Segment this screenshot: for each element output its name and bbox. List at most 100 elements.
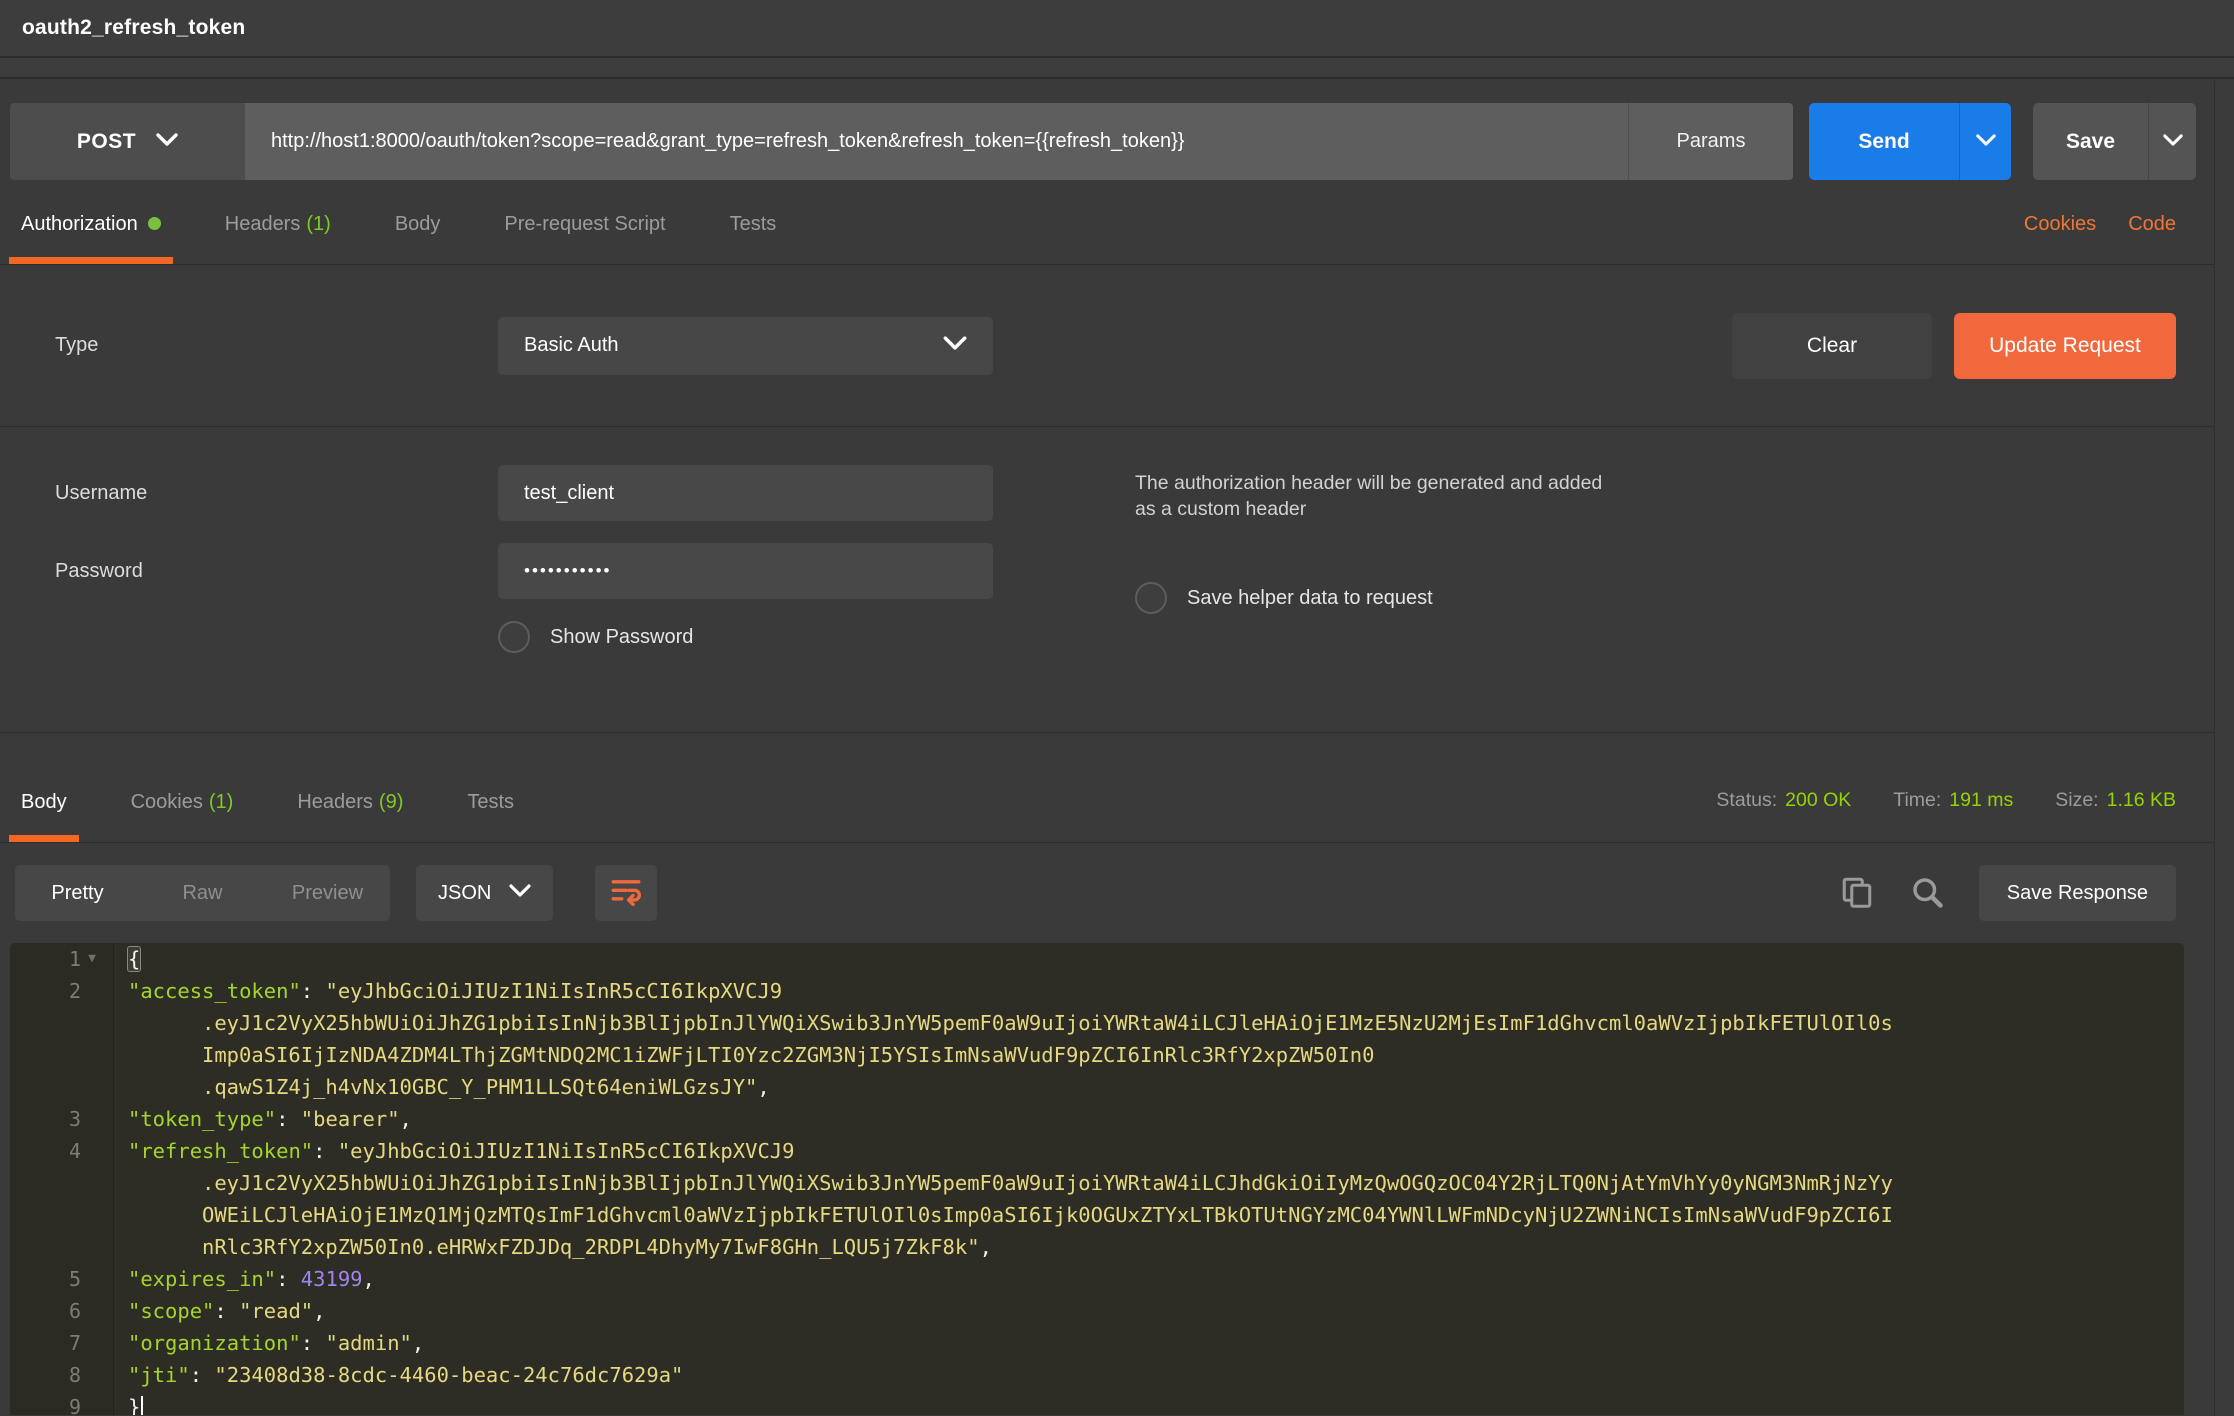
code-line-text: .eyJ1c2VyX25hbWUiOiJhZG1pbiIsInNjb3BlIjp…: [114, 1007, 1893, 1039]
password-row: Password •••••••••••: [0, 543, 1060, 599]
save-helper-label: Save helper data to request: [1187, 587, 1433, 610]
view-raw-button[interactable]: Raw: [140, 865, 265, 921]
tab-authorization[interactable]: Authorization: [15, 213, 167, 264]
tab-label: Pre-request Script: [504, 213, 665, 235]
search-response-button[interactable]: [1909, 874, 1945, 913]
code-line: .qawS1Z4j_h4vNx10GBC_Y_PHM1LLSQt64eniWLG…: [10, 1071, 2184, 1103]
save-helper-toggle[interactable]: Save helper data to request: [1135, 582, 2214, 614]
show-password-toggle[interactable]: Show Password: [498, 621, 1060, 653]
format-select[interactable]: JSON: [416, 865, 553, 921]
auth-active-dot: [148, 217, 161, 230]
status-label: Status:: [1716, 789, 1777, 811]
save-response-button[interactable]: Save Response: [1979, 865, 2176, 921]
tab-tests[interactable]: Tests: [724, 213, 783, 264]
code-line: .eyJ1c2VyX25hbWUiOiJhZG1pbiIsInNjb3BlIjp…: [10, 1007, 2184, 1039]
tab-label: Tests: [730, 213, 777, 235]
view-pretty-button[interactable]: Pretty: [15, 865, 140, 921]
line-number-gutter: [10, 1007, 114, 1039]
tab-response-cookies[interactable]: Cookies(1): [125, 791, 240, 842]
tab-response-tests[interactable]: Tests: [461, 791, 520, 842]
view-preview-button[interactable]: Preview: [265, 865, 390, 921]
save-split-button: Save: [2033, 103, 2196, 180]
code-line: 3"token_type": "bearer",: [10, 1103, 2184, 1135]
save-button[interactable]: Save: [2033, 103, 2148, 180]
method-select[interactable]: POST: [10, 103, 245, 180]
tab-response-body[interactable]: Body: [15, 791, 73, 842]
size-value: 1.16 KB: [2107, 789, 2176, 811]
username-field[interactable]: test_client: [498, 465, 993, 521]
chevron-down-icon: [943, 336, 967, 355]
tab-count: (9): [379, 791, 403, 813]
time-label: Time:: [1893, 789, 1941, 811]
code-line: 8"jti": "23408d38-8cdc-4460-beac-24c76dc…: [10, 1359, 2184, 1391]
chevron-down-icon: [156, 133, 178, 151]
response-toolbar: Pretty Raw Preview JSON: [0, 843, 2214, 943]
request-tabs: Authorization Headers(1) Body Pre-reques…: [0, 180, 2214, 265]
code-link[interactable]: Code: [2128, 213, 2176, 236]
request-url-bar: POST http://host1:8000/oauth/token?scope…: [10, 103, 2196, 180]
code-line-text: {: [114, 943, 140, 975]
line-number-gutter: 3: [10, 1103, 114, 1135]
text-cursor: [141, 1396, 143, 1415]
tab-count: (1): [306, 213, 330, 235]
tab-label: Cookies: [131, 791, 203, 813]
code-line-text: }: [114, 1391, 143, 1415]
tab-body[interactable]: Body: [389, 213, 447, 264]
response-body-editor[interactable]: 1▼{2"access_token": "eyJhbGciOiJIUzI1NiI…: [10, 943, 2184, 1415]
wrap-lines-button[interactable]: [595, 865, 657, 921]
code-line: 7"organization": "admin",: [10, 1327, 2184, 1359]
tab-label: Tests: [467, 791, 514, 813]
auth-fields: Username test_client Password ••••••••••…: [0, 465, 1060, 732]
code-line-text: "refresh_token": "eyJhbGciOiJIUzI1NiIsIn…: [114, 1135, 794, 1167]
cookies-link[interactable]: Cookies: [2024, 213, 2096, 236]
type-label: Type: [0, 334, 498, 357]
line-number-gutter: [10, 1199, 114, 1231]
request-links: Cookies Code: [2024, 213, 2176, 264]
send-options-button[interactable]: [1959, 103, 2011, 180]
tab-pre-request-script[interactable]: Pre-request Script: [498, 213, 671, 264]
clear-button[interactable]: Clear: [1732, 313, 1932, 379]
auth-actions: Clear Update Request: [1732, 313, 2176, 379]
params-button[interactable]: Params: [1628, 103, 1793, 180]
code-line-text: OWEiLCJleHAiOjE1MzQ1MjQzMTQsImF1dGhvcml0…: [114, 1199, 1893, 1231]
auth-type-select[interactable]: Basic Auth: [498, 317, 993, 375]
url-input[interactable]: http://host1:8000/oauth/token?scope=read…: [245, 103, 1628, 180]
tab-response-headers[interactable]: Headers(9): [291, 791, 409, 842]
chevron-down-icon: [1976, 133, 1996, 151]
tab-headers[interactable]: Headers(1): [219, 213, 337, 264]
size-indicator: Size: 1.16 KB: [2055, 789, 2176, 812]
response-meta: Status:200 OK Time:191 ms Size:1.16 KB: [1716, 789, 2176, 842]
search-icon: [1909, 874, 1945, 913]
code-line: nRlc3RfY2xpZW50In0.eHRWxFZDJDq_2RDPL4Dhy…: [10, 1231, 2184, 1263]
save-options-button[interactable]: [2148, 103, 2196, 180]
scrollbar-track[interactable]: [2214, 81, 2234, 1416]
copy-response-button[interactable]: [1839, 874, 1875, 913]
time-indicator: Time:191 ms: [1893, 789, 2013, 812]
code-line-text: .eyJ1c2VyX25hbWUiOiJhZG1pbiIsInNjb3BlIjp…: [114, 1167, 1893, 1199]
method-label: POST: [77, 130, 136, 154]
password-label: Password: [0, 560, 498, 583]
update-request-button[interactable]: Update Request: [1954, 313, 2176, 379]
username-row: Username test_client: [0, 465, 1060, 521]
code-line-text: .qawS1Z4j_h4vNx10GBC_Y_PHM1LLSQt64eniWLG…: [114, 1071, 770, 1103]
code-line-text: "token_type": "bearer",: [114, 1103, 412, 1135]
show-password-checkbox-icon[interactable]: [498, 621, 530, 653]
auth-helper-note: The authorization header will be generat…: [1135, 471, 1615, 522]
code-line: .eyJ1c2VyX25hbWUiOiJhZG1pbiIsInNjb3BlIjp…: [10, 1167, 2184, 1199]
size-label: Size:: [2055, 789, 2098, 811]
code-lines: 1▼{2"access_token": "eyJhbGciOiJIUzI1NiI…: [10, 943, 2184, 1415]
line-number-gutter: 5: [10, 1263, 114, 1295]
password-field[interactable]: •••••••••••: [498, 543, 993, 599]
chevron-down-icon: [2163, 133, 2183, 151]
fold-caret-icon[interactable]: ▼: [81, 943, 103, 975]
send-button[interactable]: Send: [1809, 103, 1959, 180]
chevron-down-icon: [509, 884, 531, 902]
line-number-gutter: [10, 1231, 114, 1263]
send-split-button: Send: [1809, 103, 2011, 180]
top-strip: [0, 58, 2234, 79]
code-line: 9}: [10, 1391, 2184, 1415]
wrap-text-icon: [609, 874, 643, 913]
save-helper-checkbox-icon[interactable]: [1135, 582, 1167, 614]
auth-type-value: Basic Auth: [524, 334, 619, 357]
code-line-text: "expires_in": 43199,: [114, 1263, 375, 1295]
